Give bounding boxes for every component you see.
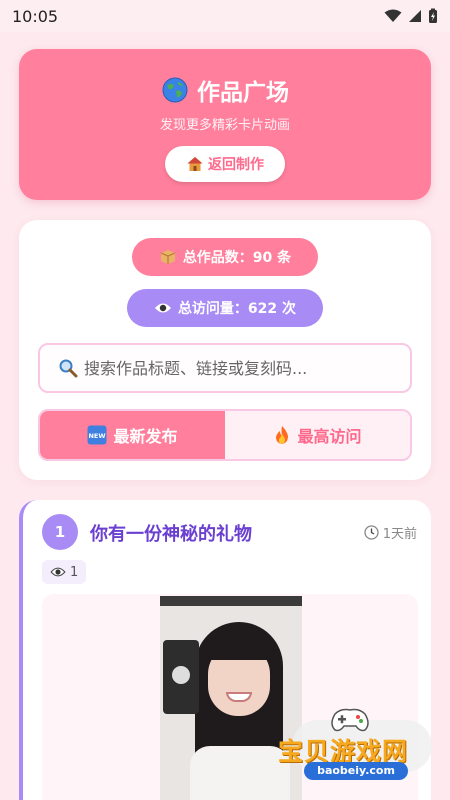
gamepad-icon — [331, 708, 369, 732]
battery-icon — [429, 8, 437, 23]
search-icon — [59, 359, 78, 378]
status-icons — [384, 8, 438, 24]
watermark-url: baobeiy.com — [304, 762, 408, 780]
total-works-badge: 总作品数：90 条 — [132, 238, 318, 276]
hero-title: 作品广场 — [19, 73, 431, 107]
hero-title-text: 作品广场 — [197, 80, 289, 106]
search-box[interactable] — [38, 343, 412, 393]
signal-icon — [409, 10, 421, 22]
work-title[interactable]: 你有一份神秘的礼物 — [90, 520, 252, 546]
tab-most-visited-label: 最高访问 — [297, 427, 362, 446]
status-bar: 10:05 — [0, 0, 450, 32]
back-to-create-button[interactable]: 返回制作 — [165, 146, 285, 182]
tab-latest[interactable]: NEW 最新发布 — [40, 411, 225, 459]
package-icon — [160, 250, 176, 264]
total-visits-badge: 总访问量：622 次 — [127, 289, 323, 327]
clock-icon — [364, 525, 379, 540]
eye-icon — [154, 303, 171, 313]
back-button-label: 返回制作 — [208, 157, 264, 173]
hero-subtitle: 发现更多精彩卡片动画 — [159, 118, 290, 133]
watermark-logo: 宝贝游戏网 baobeiy.com — [272, 706, 442, 786]
hero-banner: 作品广场 发现更多精彩卡片动画 返回制作 — [19, 49, 431, 200]
globe-icon — [162, 77, 188, 103]
wifi-icon — [384, 9, 402, 22]
work-views-count: 1 — [70, 564, 79, 580]
total-works-label: 总作品数：90 条 — [182, 250, 292, 266]
tab-most-visited[interactable]: 最高访问 — [225, 411, 410, 459]
work-views: 1 — [42, 560, 87, 584]
filter-panel: 总作品数：90 条 总访问量：622 次 NEW 最新发布 最高访 — [19, 220, 431, 480]
preview-status-strip — [160, 596, 302, 606]
work-time: 1天前 — [364, 523, 417, 542]
preview-figure-bangs — [206, 634, 272, 660]
sort-tabs: NEW 最新发布 最高访问 — [38, 409, 412, 461]
svg-text:NEW: NEW — [89, 432, 106, 440]
preview-inset-video — [163, 640, 199, 714]
house-icon — [187, 157, 203, 171]
status-time: 10:05 — [12, 6, 59, 26]
work-time-text: 1天前 — [382, 527, 417, 542]
rank-badge: 1 — [42, 514, 78, 550]
eye-icon — [50, 567, 66, 577]
fire-icon — [276, 426, 289, 444]
new-badge-icon: NEW — [87, 425, 107, 445]
total-visits-label: 总访问量：622 次 — [177, 301, 297, 317]
search-input[interactable] — [84, 358, 384, 378]
tab-latest-label: 最新发布 — [113, 427, 178, 446]
